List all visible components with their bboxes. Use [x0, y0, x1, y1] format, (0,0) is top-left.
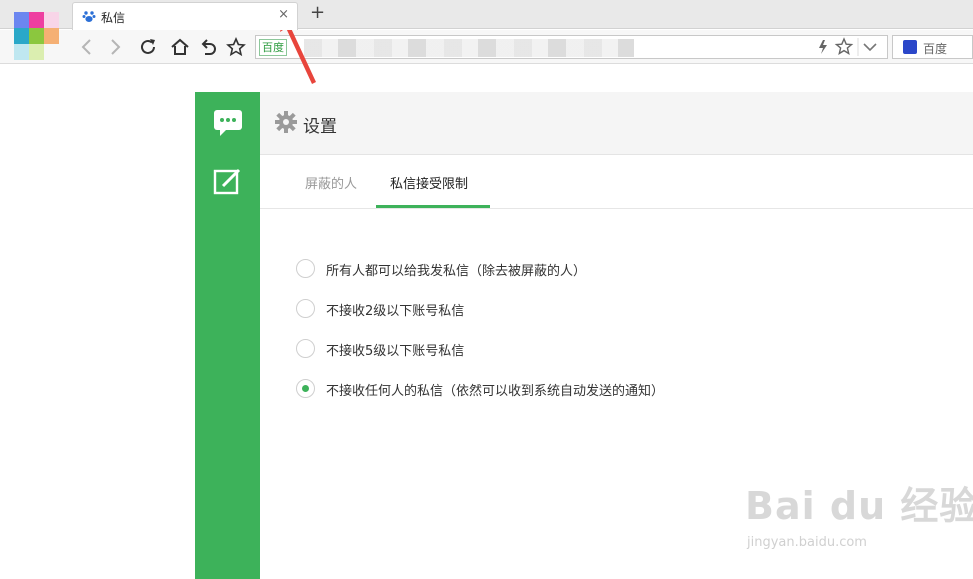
tab-message-restriction[interactable]: 私信接受限制 [390, 173, 468, 192]
active-tab-indicator [376, 205, 490, 208]
settings-header: 设置 [260, 92, 973, 155]
search-engine-box[interactable]: 百度 [892, 35, 973, 59]
refresh-icon[interactable] [137, 36, 159, 58]
baidu-search-icon [903, 40, 917, 54]
option-label: 不接收5级以下账号私信 [326, 344, 465, 359]
radio-block-everyone[interactable] [296, 379, 315, 398]
option-label: 不接收2级以下账号私信 [326, 304, 465, 319]
tab-private-message[interactable]: 私信 × [72, 2, 298, 30]
compose-edit-icon[interactable] [213, 168, 243, 196]
back-icon[interactable] [76, 36, 98, 58]
option-block-below-level-5[interactable]: 不接收5级以下账号私信 [296, 338, 716, 360]
address-bar[interactable]: 百度 [255, 35, 888, 59]
tab-title: 私信 [101, 11, 126, 25]
chat-bubble-icon[interactable] [213, 109, 243, 137]
tab-bar: 私信 × + [0, 0, 973, 30]
baidu-jingyan-watermark: Bai du 经验 jingyan.baidu.com [745, 475, 973, 550]
radio-block-below-level-5[interactable] [296, 339, 315, 358]
option-label: 所有人都可以给我发私信（除去被屏蔽的人） [326, 264, 587, 279]
gear-icon [275, 111, 297, 133]
home-icon[interactable] [169, 36, 191, 58]
forward-icon[interactable] [104, 36, 126, 58]
bookmark-star-icon[interactable] [225, 36, 247, 58]
settings-tabs: 屏蔽的人 私信接受限制 [260, 155, 973, 209]
address-url-blurred [304, 39, 634, 57]
address-actions [819, 37, 877, 56]
radio-block-below-level-2[interactable] [296, 299, 315, 318]
watermark-url: jingyan.baidu.com [747, 535, 867, 550]
lightning-icon[interactable] [819, 40, 827, 54]
option-block-everyone[interactable]: 不接收任何人的私信（依然可以收到系统自动发送的通知） [296, 378, 716, 400]
option-allow-all[interactable]: 所有人都可以给我发私信（除去被屏蔽的人） [296, 258, 716, 280]
page-title: 设置 [303, 117, 337, 137]
message-sidebar [195, 92, 260, 579]
tab-close-icon[interactable]: × [278, 7, 289, 23]
tab-blocked-users[interactable]: 屏蔽的人 [305, 173, 357, 192]
favorite-star-icon[interactable] [834, 37, 854, 55]
watermark-logo-text: Bai du 经验 [745, 484, 973, 528]
navigation-bar: 百度 百度 [0, 30, 973, 64]
option-label: 不接收任何人的私信（依然可以收到系统自动发送的通知） [326, 384, 665, 399]
browser-window: 私信 × + 百度 百度 设置 屏蔽的人 私信接受限制 所有人都可以给我发私信（… [0, 0, 973, 579]
search-engine-label: 百度 [923, 42, 948, 56]
browser-logo [14, 12, 60, 60]
baidu-paw-icon [82, 11, 96, 22]
radio-allow-all[interactable] [296, 259, 315, 278]
option-block-below-level-2[interactable]: 不接收2级以下账号私信 [296, 298, 716, 320]
chevron-down-icon[interactable] [863, 43, 877, 52]
undo-icon[interactable] [197, 36, 219, 58]
